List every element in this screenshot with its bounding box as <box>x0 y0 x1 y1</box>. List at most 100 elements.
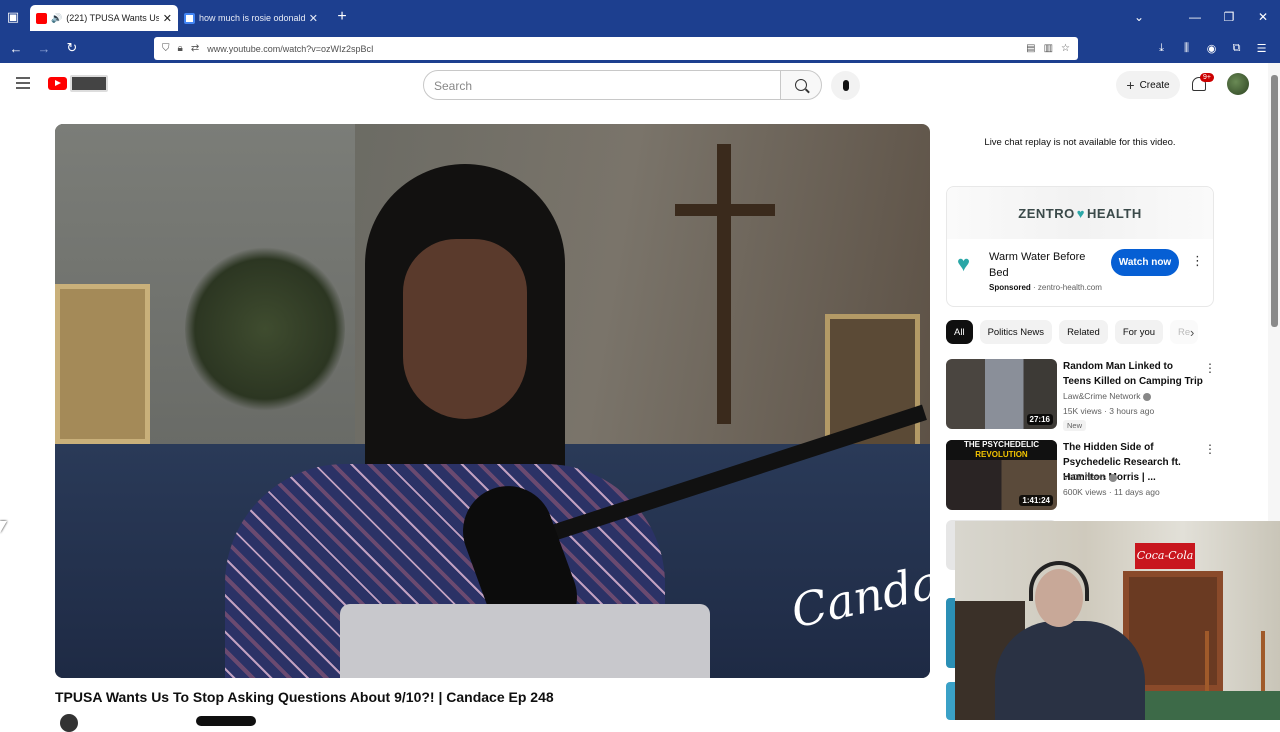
heart-logo-icon: ♥ <box>957 251 971 276</box>
headset <box>1029 561 1089 601</box>
video-player[interactable]: Candace <box>55 124 930 678</box>
browser-tab-strip: ▣ 🔊 (221) TPUSA Wants Us To St ✕ how muc… <box>0 0 1280 33</box>
subscribe-button[interactable] <box>196 716 256 726</box>
sponsored-label: Sponsored <box>989 283 1031 292</box>
tab-youtube[interactable]: 🔊 (221) TPUSA Wants Us To St ✕ <box>30 5 178 31</box>
ad-title[interactable]: Warm Water Before Bed <box>989 249 1099 281</box>
channel-name[interactable]: VICE News <box>1063 472 1118 482</box>
thumbnail-line-2: REVOLUTION <box>975 450 1028 459</box>
youtube-logo-icon[interactable] <box>48 77 67 90</box>
tab-google[interactable]: how much is rosie odonald wor ✕ <box>178 5 324 31</box>
translate-icon[interactable]: ▤ <box>1026 43 1035 54</box>
tab-list-icon[interactable]: ▣ <box>0 0 26 33</box>
chevron-right-icon[interactable]: › <box>1190 325 1194 340</box>
video-thumbnail[interactable] <box>946 682 955 720</box>
chip-related[interactable]: Related <box>1059 320 1108 344</box>
live-chat-notice: Live chat replay is not available for th… <box>984 137 1176 148</box>
heart-icon: ♥ <box>1076 205 1085 221</box>
country-logo[interactable] <box>70 75 108 92</box>
chip-all[interactable]: All <box>946 320 973 344</box>
new-tab-button[interactable]: + <box>330 8 354 26</box>
plus-icon: + <box>1126 77 1135 93</box>
search-icon <box>795 79 807 91</box>
speaker-icon[interactable]: 🔊 <box>51 13 62 24</box>
channel-label: Law&Crime Network <box>1063 391 1141 401</box>
channel-name[interactable]: Law&Crime Network <box>1063 391 1152 401</box>
account-icon[interactable]: ◉ <box>1199 42 1224 55</box>
menu-icon[interactable]: ☰ <box>1249 42 1274 55</box>
video-duration: 1:41:24 <box>1019 495 1053 506</box>
permissions-icon[interactable]: ⇄ <box>191 43 199 54</box>
plant <box>185 244 345 414</box>
tab-title: (221) TPUSA Wants Us To St <box>66 13 159 23</box>
back-icon[interactable]: ← <box>4 41 28 56</box>
extensions-icon[interactable]: ⧉ <box>1224 42 1249 55</box>
video-meta: 15K views · 3 hours ago <box>1063 406 1155 416</box>
tab-overflow-chevron-icon[interactable]: ⌄ <box>1122 10 1156 24</box>
youtube-favicon-icon <box>36 12 47 24</box>
google-favicon-icon <box>184 12 195 24</box>
search-input[interactable]: Search <box>423 70 781 100</box>
library-icon[interactable]: ⫼ <box>1174 42 1199 55</box>
microphone-icon <box>842 80 849 91</box>
close-window-icon[interactable]: ✕ <box>1246 10 1280 24</box>
chip-for-you[interactable]: For you <box>1114 320 1164 344</box>
sponsored-ad[interactable]: ZENTRO ♥ HEALTH ♥ Warm Water Before Bed … <box>946 186 1214 307</box>
video-thumbnail[interactable]: THE PSYCHEDELIC REVOLUTION 1:41:24 <box>946 440 1057 510</box>
ad-brand-left: ZENTRO <box>1018 205 1075 221</box>
lock-icon[interactable]: 🔒︎ <box>178 43 183 54</box>
minimize-icon[interactable]: — <box>1178 10 1212 24</box>
laptop <box>340 604 710 678</box>
video-thumbnail[interactable]: 27:16 <box>946 359 1057 429</box>
crucifix <box>717 144 731 424</box>
video-thumbnail[interactable] <box>946 598 955 668</box>
voice-search-button[interactable] <box>831 71 860 100</box>
window-controls: ⌄ — ❐ ✕ <box>1122 0 1280 33</box>
notification-badge: 9+ <box>1200 73 1214 82</box>
scrollbar-thumb[interactable] <box>1271 75 1278 327</box>
address-bar[interactable]: ⛉ 🔒︎ ⇄ www.youtube.com/watch?v=ozWIz2spB… <box>154 37 1078 60</box>
verified-icon <box>1143 392 1152 401</box>
verified-icon <box>1109 473 1118 482</box>
url-text[interactable]: www.youtube.com/watch?v=ozWIz2spBcI <box>207 44 1018 54</box>
downloads-icon[interactable]: ⤓ <box>1149 42 1174 55</box>
more-options-icon[interactable]: ⋮ <box>1204 361 1216 375</box>
close-tab-icon[interactable]: ✕ <box>163 12 172 25</box>
reload-icon[interactable]: ↻ <box>60 40 84 56</box>
ad-domain: zentro-health.com <box>1037 283 1102 292</box>
webcam-overlay: Coca-Cola <box>955 521 1280 720</box>
create-button[interactable]: + Create <box>1116 71 1180 99</box>
video-meta: 600K views · 11 days ago <box>1063 487 1160 497</box>
filter-chips: All Politics News Related For you Re <box>946 320 1214 344</box>
shield-icon[interactable]: ⛉ <box>162 43 170 54</box>
channel-label: VICE News <box>1063 472 1107 482</box>
more-options-icon[interactable]: ⋮ <box>1204 442 1216 456</box>
video-title: TPUSA Wants Us To Stop Asking Questions … <box>55 689 554 705</box>
ad-sponsored-line: Sponsored · zentro-health.com <box>989 283 1102 292</box>
video-title[interactable]: Random Man Linked to Teens Killed on Cam… <box>1063 359 1203 389</box>
search-button[interactable] <box>780 70 822 100</box>
watch-now-button[interactable]: Watch now <box>1111 249 1179 276</box>
hamburger-menu-icon[interactable] <box>16 77 30 89</box>
thumbnail-banner: THE PSYCHEDELIC REVOLUTION <box>946 440 1057 460</box>
browser-toolbar-right: ⤓ ⫼ ◉ ⧉ ☰ <box>1149 33 1274 63</box>
create-label: Create <box>1139 79 1170 91</box>
bookmark-star-icon[interactable]: ☆ <box>1061 43 1070 54</box>
list-item[interactable]: 27:16 Random Man Linked to Teens Killed … <box>946 359 1216 431</box>
channel-avatar[interactable] <box>60 714 78 732</box>
reader-view-icon[interactable]: ▥ <box>1044 43 1053 54</box>
more-options-icon[interactable]: ⋮ <box>1191 253 1204 269</box>
youtube-header: Search + Create 9+ <box>0 63 1268 109</box>
video-duration: 27:16 <box>1026 414 1053 425</box>
ad-banner[interactable]: ZENTRO ♥ HEALTH <box>947 187 1213 239</box>
chip-politics-news[interactable]: Politics News <box>979 320 1053 344</box>
close-tab-icon[interactable]: ✕ <box>309 12 318 25</box>
coca-cola-sign: Coca-Cola <box>1135 543 1195 569</box>
picture-frame <box>55 284 150 444</box>
user-avatar[interactable] <box>1227 73 1249 95</box>
ad-brand-right: HEALTH <box>1086 205 1142 221</box>
mouse-cursor-icon <box>0 521 7 533</box>
forward-icon[interactable]: → <box>32 41 56 56</box>
restore-icon[interactable]: ❐ <box>1212 10 1246 24</box>
list-item[interactable]: THE PSYCHEDELIC REVOLUTION 1:41:24 The H… <box>946 440 1216 512</box>
